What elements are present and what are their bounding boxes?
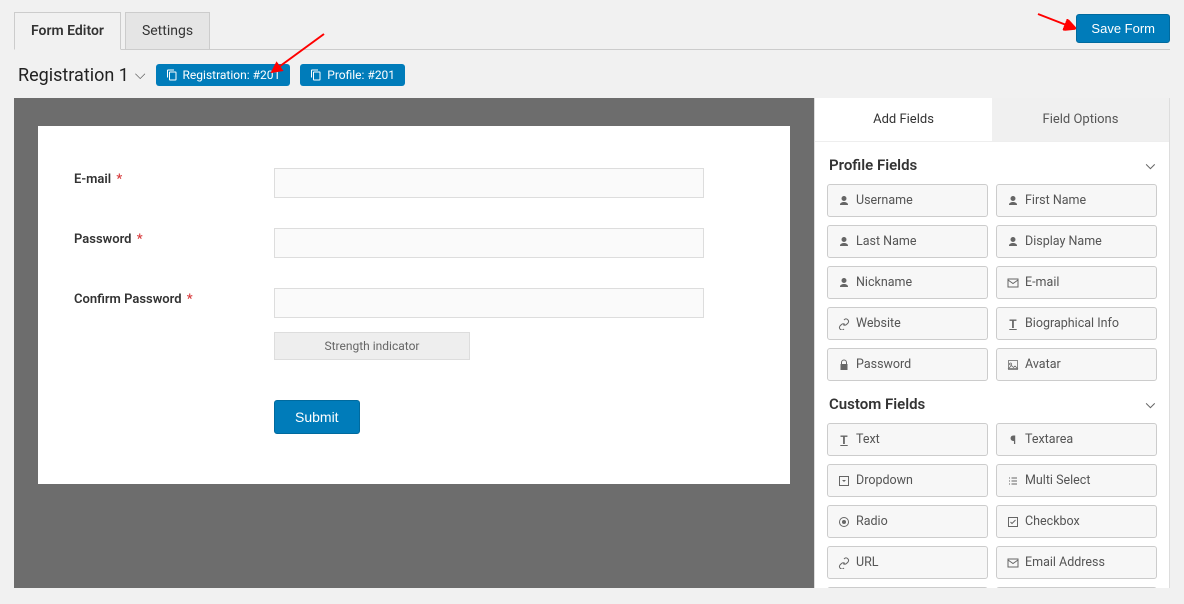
chevron-down-icon: ⌵ bbox=[135, 67, 146, 83]
form-preview: E-mail * Password * Confirm Password * S… bbox=[38, 126, 790, 484]
user-icon bbox=[838, 277, 850, 289]
section-title: Custom Fields bbox=[829, 395, 925, 413]
nav-tabs: Form Editor Settings bbox=[14, 10, 1170, 50]
paragraph-icon: ¶ bbox=[1007, 433, 1019, 447]
link-icon bbox=[838, 318, 850, 330]
user-icon bbox=[838, 236, 850, 248]
field-display-name[interactable]: Display Name bbox=[996, 225, 1157, 258]
user-icon bbox=[1007, 195, 1019, 207]
confirm-password-label: Confirm Password * bbox=[74, 288, 274, 307]
field-dropdown[interactable]: Dropdown bbox=[827, 464, 988, 497]
custom-fields-section[interactable]: Custom Fields ⌵ bbox=[825, 381, 1159, 423]
form-title[interactable]: Registration 1 ⌵ bbox=[18, 65, 146, 86]
chevron-down-icon: ⌵ bbox=[1146, 397, 1155, 412]
field-email-address[interactable]: Email Address bbox=[996, 546, 1157, 579]
tab-add-fields[interactable]: Add Fields bbox=[815, 98, 992, 141]
user-icon bbox=[838, 195, 850, 207]
registration-badge-label: Registration: #201 bbox=[183, 68, 281, 82]
form-canvas: E-mail * Password * Confirm Password * S… bbox=[14, 98, 814, 588]
field-last-name[interactable]: Last Name bbox=[827, 225, 988, 258]
copy-icon bbox=[310, 69, 322, 81]
field-nickname[interactable]: Nickname bbox=[827, 266, 988, 299]
copy-icon bbox=[166, 69, 178, 81]
field-avatar[interactable]: Avatar bbox=[996, 348, 1157, 381]
field-hidden[interactable]: Hidden Field bbox=[827, 587, 988, 588]
text-icon: T bbox=[838, 433, 850, 447]
email-field[interactable] bbox=[274, 168, 704, 198]
submit-button[interactable]: Submit bbox=[274, 400, 360, 434]
email-label: E-mail * bbox=[74, 168, 274, 187]
caret-square-icon bbox=[838, 475, 850, 487]
field-password[interactable]: Password bbox=[827, 348, 988, 381]
field-url[interactable]: URL bbox=[827, 546, 988, 579]
radio-icon bbox=[838, 516, 850, 528]
confirm-password-field[interactable] bbox=[274, 288, 704, 318]
field-email[interactable]: E-mail bbox=[996, 266, 1157, 299]
field-biographical-info[interactable]: TBiographical Info bbox=[996, 307, 1157, 340]
field-website[interactable]: Website bbox=[827, 307, 988, 340]
mail-icon bbox=[1007, 277, 1019, 289]
chevron-down-icon: ⌵ bbox=[1146, 158, 1155, 173]
profile-badge[interactable]: Profile: #201 bbox=[300, 64, 405, 86]
field-checkbox[interactable]: Checkbox bbox=[996, 505, 1157, 538]
field-first-name[interactable]: First Name bbox=[996, 184, 1157, 217]
sidebar-panel: Add Fields Field Options Profile Fields … bbox=[814, 98, 1170, 588]
password-label: Password * bbox=[74, 228, 274, 247]
field-username[interactable]: Username bbox=[827, 184, 988, 217]
user-icon bbox=[1007, 236, 1019, 248]
field-multi-select[interactable]: Multi Select bbox=[996, 464, 1157, 497]
image-icon bbox=[1007, 359, 1019, 371]
field-text[interactable]: TText bbox=[827, 423, 988, 456]
profile-badge-label: Profile: #201 bbox=[327, 68, 395, 82]
profile-fields-section[interactable]: Profile Fields ⌵ bbox=[825, 142, 1159, 184]
field-textarea[interactable]: ¶Textarea bbox=[996, 423, 1157, 456]
save-form-button[interactable]: Save Form bbox=[1076, 14, 1170, 43]
section-title: Profile Fields bbox=[829, 156, 917, 174]
check-square-icon bbox=[1007, 516, 1019, 528]
mail-icon bbox=[1007, 557, 1019, 569]
tab-settings[interactable]: Settings bbox=[125, 12, 210, 49]
form-title-text: Registration 1 bbox=[18, 65, 129, 86]
lock-icon bbox=[838, 359, 850, 371]
field-image-upload[interactable]: Image Upload bbox=[996, 587, 1157, 588]
tab-field-options[interactable]: Field Options bbox=[992, 98, 1169, 141]
link-icon bbox=[838, 557, 850, 569]
field-radio[interactable]: Radio bbox=[827, 505, 988, 538]
registration-badge[interactable]: Registration: #201 bbox=[156, 64, 291, 86]
list-icon bbox=[1007, 475, 1019, 487]
text-icon: T bbox=[1007, 317, 1019, 331]
tab-form-editor[interactable]: Form Editor bbox=[14, 12, 121, 50]
password-field[interactable] bbox=[274, 228, 704, 258]
strength-indicator: Strength indicator bbox=[274, 332, 470, 360]
